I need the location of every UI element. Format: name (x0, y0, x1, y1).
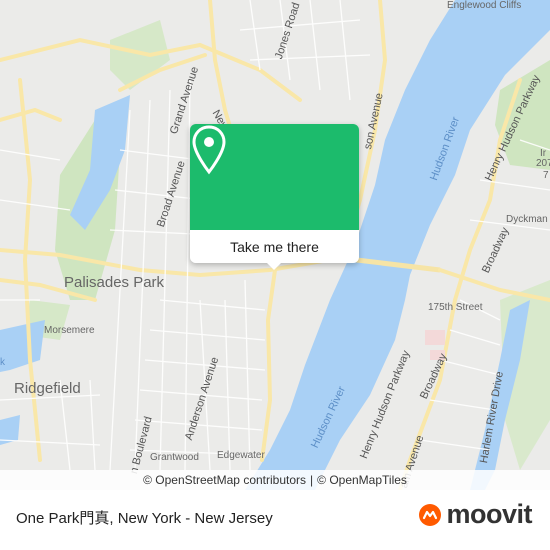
moovit-wordmark: moovit (446, 499, 532, 529)
attribution-separator: | (310, 473, 314, 487)
destination-popup: Take me there (190, 124, 359, 270)
map-label-palisades-park: Palisades Park (64, 274, 165, 291)
map-label-175th-street: 175th Street (428, 302, 483, 313)
moovit-logo[interactable]: moovit (418, 499, 532, 530)
popup-tail (267, 263, 281, 270)
map-label-7: 7 (543, 170, 549, 181)
map-label-englewood-cliffs: Englewood Cliffs (447, 0, 522, 11)
map-label-morsemere: Morsemere (44, 325, 95, 336)
map-label-k-partial: k (0, 357, 5, 368)
omt-attribution-link[interactable]: © OpenMapTiles (317, 473, 407, 487)
map-label-207: 207 (536, 158, 550, 169)
map-label-dyckman-st: Dyckman St (506, 214, 550, 225)
destination-title: One Park門真, New York - New Jersey (16, 510, 273, 527)
footer-bar: One Park門真, New York - New Jersey moovit (0, 490, 550, 550)
map-label-grantwood: Grantwood (150, 452, 199, 463)
moovit-brand-icon (419, 503, 442, 526)
map-label-edgewater: Edgewater (217, 450, 265, 461)
osm-attribution-link[interactable]: © OpenStreetMap contributors (143, 473, 306, 487)
map-view[interactable]: Englewood Cliffs Jones Road Grand Avenue… (0, 0, 550, 490)
map-pin-icon (192, 125, 226, 175)
map-label-ridgefield: Ridgefield (14, 380, 81, 397)
map-attribution: © OpenStreetMap contributors | © OpenMap… (0, 470, 550, 490)
popup-header (190, 124, 359, 230)
take-me-there-button[interactable]: Take me there (190, 230, 359, 263)
